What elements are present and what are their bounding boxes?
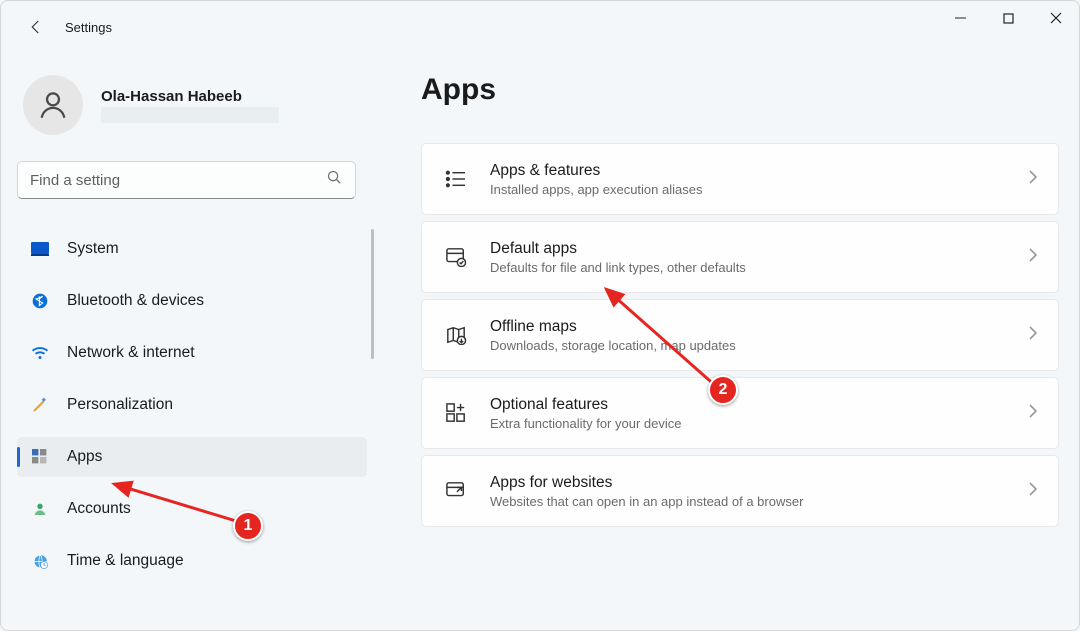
personalization-icon <box>31 396 49 414</box>
sidebar-item-system[interactable]: System <box>17 229 367 269</box>
card-apps-for-websites[interactable]: Apps for websites Websites that can open… <box>421 455 1059 527</box>
card-optional-features[interactable]: Optional features Extra functionality fo… <box>421 377 1059 449</box>
card-subtitle: Websites that can open in an app instead… <box>490 494 1006 509</box>
back-button[interactable] <box>21 12 51 42</box>
chevron-right-icon <box>1028 481 1038 502</box>
search-input[interactable] <box>30 172 326 189</box>
sidebar-item-time-language[interactable]: Time & language <box>17 541 367 581</box>
sidebar-item-accounts[interactable]: Accounts <box>17 489 367 529</box>
card-default-apps[interactable]: Default apps Defaults for file and link … <box>421 221 1059 293</box>
annotation-badge-1: 1 <box>233 511 263 541</box>
time-language-icon <box>31 553 49 570</box>
card-title: Apps for websites <box>490 474 1006 492</box>
card-offline-maps[interactable]: Offline maps Downloads, storage location… <box>421 299 1059 371</box>
apps-icon <box>31 449 49 465</box>
user-email-placeholder <box>101 107 279 123</box>
sidebar-item-label: Time & language <box>67 552 184 570</box>
close-button[interactable] <box>1033 1 1079 35</box>
user-name: Ola-Hassan Habeeb <box>101 88 279 105</box>
sidebar-item-label: Accounts <box>67 500 131 518</box>
wifi-icon <box>31 346 49 360</box>
card-subtitle: Extra functionality for your device <box>490 416 1006 431</box>
chevron-right-icon <box>1028 403 1038 424</box>
bluetooth-icon <box>31 293 49 309</box>
avatar[interactable] <box>23 75 83 135</box>
search-box[interactable] <box>17 161 356 199</box>
accounts-icon <box>31 501 49 517</box>
system-icon <box>31 242 49 256</box>
sidebar-item-bluetooth[interactable]: Bluetooth & devices <box>17 281 367 321</box>
card-subtitle: Downloads, storage location, map updates <box>490 338 1006 353</box>
list-icon <box>444 170 468 188</box>
card-subtitle: Installed apps, app execution aliases <box>490 182 1006 197</box>
window-title: Settings <box>65 20 112 35</box>
sidebar-item-personalization[interactable]: Personalization <box>17 385 367 425</box>
sidebar-item-label: Bluetooth & devices <box>67 292 204 310</box>
minimize-button[interactable] <box>937 1 983 35</box>
chevron-right-icon <box>1028 325 1038 346</box>
page-title: Apps <box>421 73 1059 107</box>
card-title: Offline maps <box>490 318 1006 336</box>
sidebar-item-apps[interactable]: Apps <box>17 437 367 477</box>
sidebar-item-label: Personalization <box>67 396 173 414</box>
card-title: Optional features <box>490 396 1006 414</box>
sidebar-item-label: Apps <box>67 448 102 466</box>
search-icon <box>326 169 343 191</box>
default-apps-icon <box>444 247 468 267</box>
card-subtitle: Defaults for file and link types, other … <box>490 260 1006 275</box>
optional-features-icon <box>444 403 468 423</box>
map-icon <box>444 325 468 345</box>
annotation-badge-2: 2 <box>708 375 738 405</box>
sidebar-item-network[interactable]: Network & internet <box>17 333 367 373</box>
sidebar-item-label: System <box>67 240 119 258</box>
apps-websites-icon <box>444 481 468 501</box>
sidebar-item-label: Network & internet <box>67 344 195 362</box>
chevron-right-icon <box>1028 247 1038 268</box>
card-title: Default apps <box>490 240 1006 258</box>
card-apps-and-features[interactable]: Apps & features Installed apps, app exec… <box>421 143 1059 215</box>
card-title: Apps & features <box>490 162 1006 180</box>
sidebar-scroll-indicator[interactable] <box>371 229 374 359</box>
maximize-button[interactable] <box>985 1 1031 35</box>
chevron-right-icon <box>1028 169 1038 190</box>
